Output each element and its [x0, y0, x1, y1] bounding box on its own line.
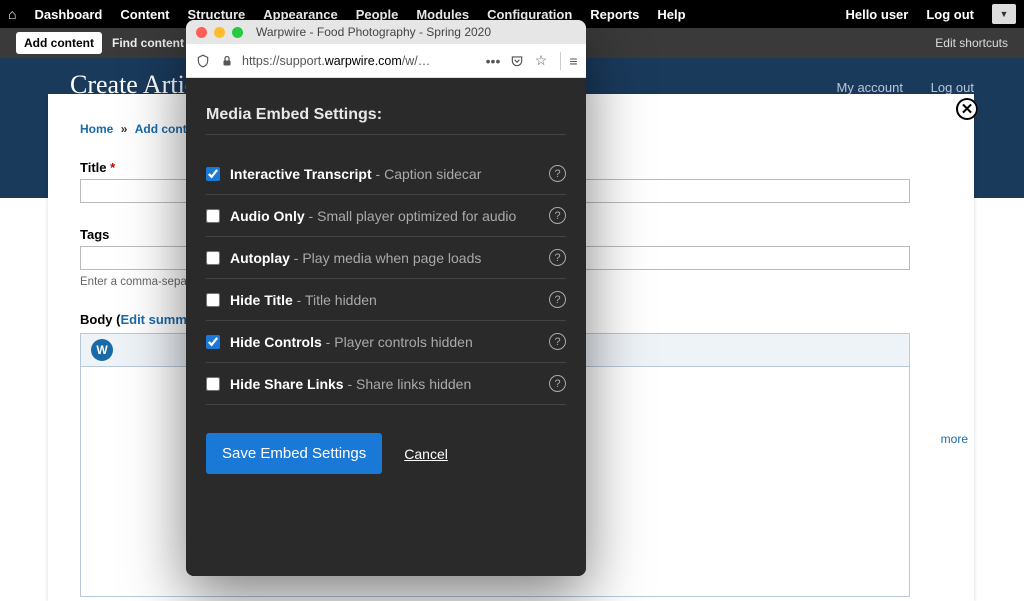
account-links: My account Log out — [813, 80, 974, 95]
header-logout-link[interactable]: Log out — [931, 80, 974, 95]
embed-settings-popup: Warpwire - Food Photography - Spring 202… — [186, 20, 586, 576]
my-account-link[interactable]: My account — [837, 80, 903, 95]
window-close-icon[interactable] — [196, 27, 207, 38]
hamburger-menu-icon[interactable]: ≡ — [560, 52, 578, 70]
embed-option-autoplay: Autoplay - Play media when page loads? — [206, 237, 566, 279]
shield-icon[interactable] — [194, 52, 212, 70]
embed-option-name: Hide Controls — [230, 334, 322, 350]
add-content-button[interactable]: Add content — [16, 32, 102, 54]
window-titlebar: Warpwire - Food Photography - Spring 202… — [186, 20, 586, 44]
menu-dashboard[interactable]: Dashboard — [34, 7, 102, 22]
help-icon[interactable]: ? — [549, 165, 566, 182]
help-icon[interactable]: ? — [549, 291, 566, 308]
embed-settings-content: Media Embed Settings: Interactive Transc… — [186, 78, 586, 576]
embed-option-name: Audio Only — [230, 208, 305, 224]
embed-settings-heading: Media Embed Settings: — [206, 106, 566, 135]
menu-reports[interactable]: Reports — [590, 7, 639, 22]
embed-option-name: Hide Share Links — [230, 376, 344, 392]
embed-option-desc: Play media when page loads — [302, 250, 481, 266]
help-icon[interactable]: ? — [549, 375, 566, 392]
embed-option-interactive-checkbox[interactable] — [206, 167, 220, 181]
body-label: Body ( — [80, 312, 120, 327]
embed-option-autoplay-checkbox[interactable] — [206, 251, 220, 265]
help-icon[interactable]: ? — [549, 207, 566, 224]
title-label: Title — [80, 160, 107, 175]
url-text[interactable]: https://support.warpwire.com/w/… — [242, 54, 478, 68]
menu-help[interactable]: Help — [657, 7, 685, 22]
embed-option-interactive: Interactive Transcript - Caption sidecar… — [206, 153, 566, 195]
window-zoom-icon[interactable] — [232, 27, 243, 38]
warpwire-icon[interactable]: W — [91, 339, 113, 361]
embed-option-hideshare-checkbox[interactable] — [206, 377, 220, 391]
shortcuts-toggle-icon[interactable]: ▼ — [992, 4, 1016, 24]
pocket-icon[interactable] — [508, 52, 526, 70]
greeting: Hello user — [845, 7, 908, 22]
more-link[interactable]: more — [941, 432, 968, 446]
embed-option-desc: Caption sidecar — [384, 166, 481, 182]
home-icon[interactable]: ⌂ — [8, 6, 16, 22]
embed-option-desc: Player controls hidden — [334, 334, 473, 350]
embed-option-hidecontrols: Hide Controls - Player controls hidden? — [206, 321, 566, 363]
breadcrumb-home[interactable]: Home — [80, 122, 113, 136]
close-icon[interactable]: ✕ — [956, 98, 978, 120]
cancel-link[interactable]: Cancel — [404, 446, 448, 462]
lock-icon[interactable] — [218, 52, 236, 70]
embed-option-audio-checkbox[interactable] — [206, 209, 220, 223]
embed-option-hideshare: Hide Share Links - Share links hidden? — [206, 363, 566, 405]
browser-url-bar: https://support.warpwire.com/w/… ••• ☆ ≡ — [186, 44, 586, 78]
help-icon[interactable]: ? — [549, 333, 566, 350]
window-minimize-icon[interactable] — [214, 27, 225, 38]
embed-option-name: Hide Title — [230, 292, 293, 308]
menu-content[interactable]: Content — [120, 7, 169, 22]
page-actions-icon[interactable]: ••• — [484, 52, 502, 70]
embed-option-audio: Audio Only - Small player optimized for … — [206, 195, 566, 237]
bookmark-star-icon[interactable]: ☆ — [532, 52, 550, 70]
save-embed-settings-button[interactable]: Save Embed Settings — [206, 433, 382, 474]
embed-option-name: Autoplay — [230, 250, 290, 266]
embed-option-desc: Share links hidden — [356, 376, 471, 392]
help-icon[interactable]: ? — [549, 249, 566, 266]
window-title: Warpwire - Food Photography - Spring 202… — [256, 25, 491, 39]
find-content-link[interactable]: Find content — [112, 36, 184, 50]
embed-option-hidetitle-checkbox[interactable] — [206, 293, 220, 307]
embed-option-desc: Small player optimized for audio — [317, 208, 516, 224]
logout-link[interactable]: Log out — [926, 7, 974, 22]
embed-option-hidetitle: Hide Title - Title hidden? — [206, 279, 566, 321]
embed-option-desc: Title hidden — [305, 292, 377, 308]
edit-shortcuts-link[interactable]: Edit shortcuts — [935, 36, 1008, 50]
embed-option-name: Interactive Transcript — [230, 166, 372, 182]
embed-option-hidecontrols-checkbox[interactable] — [206, 335, 220, 349]
